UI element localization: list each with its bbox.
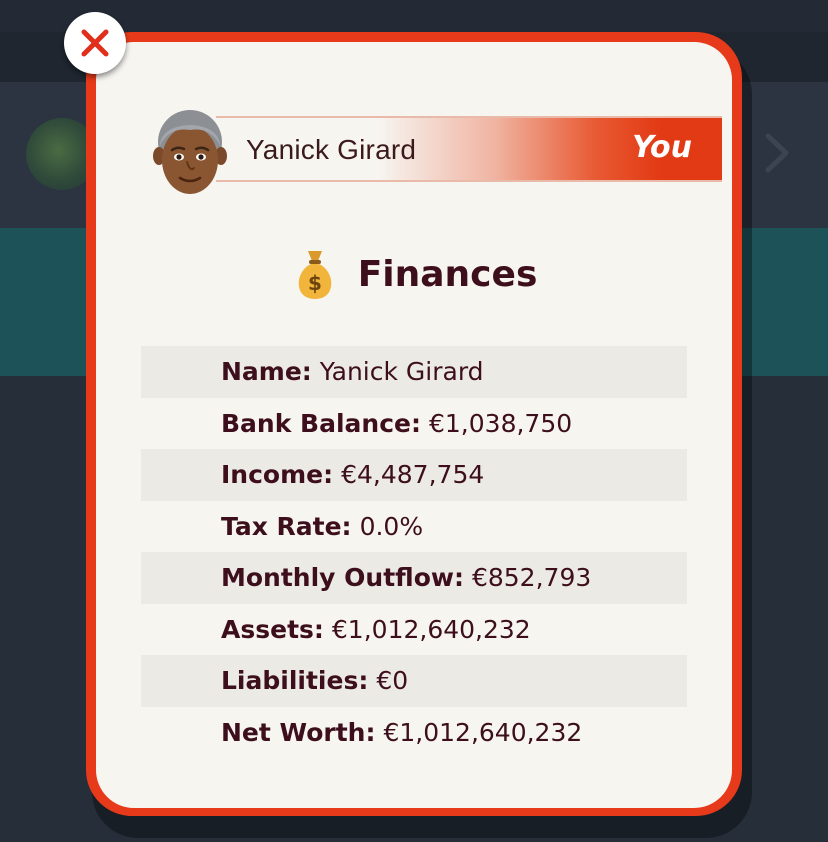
you-badge: You (632, 130, 692, 165)
finance-row-liabilities: Liabilities: €0 (141, 655, 687, 707)
finances-table: Name: Yanick Girard Bank Balance: €1,038… (141, 346, 687, 758)
row-value: Yanick Girard (319, 357, 484, 387)
row-label: Tax Rate: (221, 511, 352, 541)
row-value: €852,793 (471, 563, 592, 593)
close-icon (81, 29, 109, 57)
svg-text:$: $ (308, 271, 322, 295)
app-top-bar (0, 0, 828, 32)
row-label: Monthly Outflow: (221, 563, 464, 593)
close-button[interactable] (64, 12, 126, 74)
row-label: Liabilities: (221, 666, 369, 696)
finances-modal: Yanick Girard You $ Finances Name: Yanic… (86, 32, 742, 816)
avatar (153, 110, 227, 194)
row-value: €1,038,750 (429, 408, 573, 438)
finance-row-net-worth: Net Worth: €1,012,640,232 (141, 707, 687, 759)
finances-title: Finances (357, 253, 538, 295)
row-label: Income: (221, 460, 334, 490)
finance-row-bank-balance: Bank Balance: €1,038,750 (141, 398, 687, 450)
row-label: Bank Balance: (221, 408, 421, 438)
row-value: €1,012,640,232 (331, 614, 531, 644)
finance-row-tax-rate: Tax Rate: 0.0% (141, 501, 687, 553)
finance-row-name: Name: Yanick Girard (141, 346, 687, 398)
finance-row-monthly-outflow: Monthly Outflow: €852,793 (141, 552, 687, 604)
row-value: €0 (376, 666, 409, 696)
row-label: Net Worth: (221, 717, 376, 747)
finance-row-assets: Assets: €1,012,640,232 (141, 604, 687, 656)
row-value: 0.0% (359, 511, 424, 541)
player-name: Yanick Girard (246, 134, 417, 165)
modal-panel: Yanick Girard You $ Finances Name: Yanic… (96, 42, 732, 808)
finances-title-row: $ Finances (96, 247, 732, 301)
finance-row-income: Income: €4,487,754 (141, 449, 687, 501)
chevron-right-icon[interactable] (760, 128, 796, 178)
row-value: €1,012,640,232 (383, 717, 583, 747)
row-value: €4,487,754 (341, 460, 485, 490)
row-label: Assets: (221, 614, 324, 644)
money-bag-icon: $ (298, 251, 331, 299)
row-label: Name: (221, 357, 312, 387)
